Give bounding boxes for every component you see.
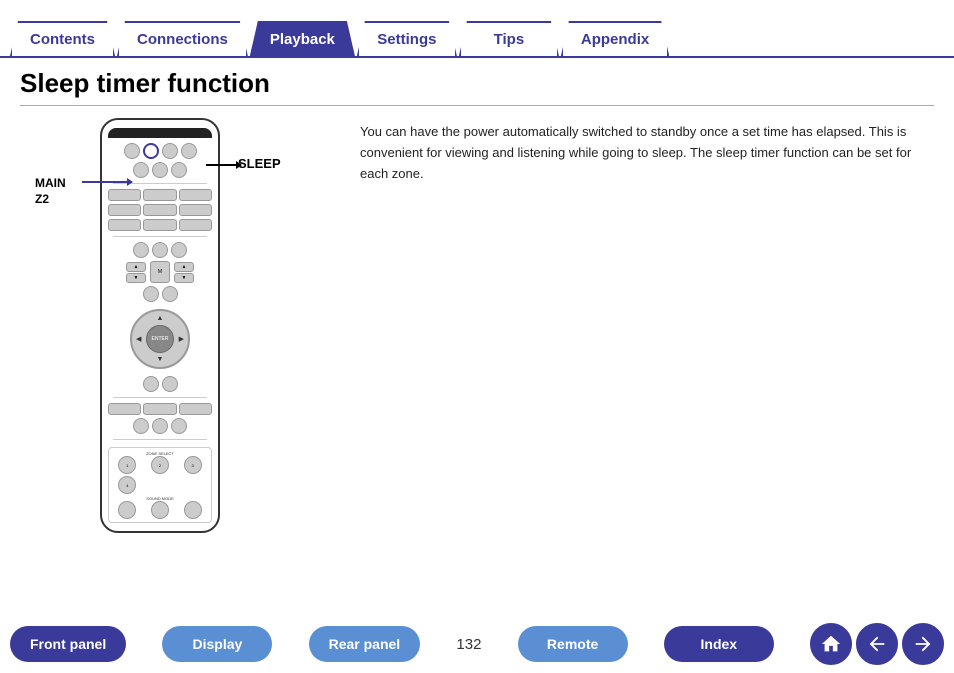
navigation-tabs: Contents Connections Playback Settings T… (0, 0, 954, 58)
index-button[interactable]: Index (664, 626, 774, 662)
nav-up: ▲ (157, 315, 164, 322)
nav-circle: ENTER ▲ ▼ ◀ ▶ (130, 309, 190, 369)
tab-tips[interactable]: Tips (459, 21, 559, 56)
vol-up: ▲ (126, 262, 146, 272)
bottom-nav-icons (810, 623, 944, 665)
zone-btn-3: 3 (184, 456, 202, 474)
zone-section: ZONE SELECT 1 2 3 4 SOUND MODE (108, 447, 212, 523)
remote-btn-5 (133, 162, 149, 178)
home-icon-button[interactable] (810, 623, 852, 665)
tab-appendix[interactable]: Appendix (561, 21, 669, 56)
mode-btn-1 (133, 242, 149, 258)
back-icon-button[interactable] (856, 623, 898, 665)
forward-icon-button[interactable] (902, 623, 944, 665)
back-setup-row (108, 376, 212, 392)
extra-btn-1 (143, 286, 159, 302)
mode-row (108, 242, 212, 258)
remote-top-buttons (108, 143, 212, 159)
input-select-row-1 (108, 189, 212, 201)
divider-3 (113, 397, 207, 398)
ch-btn-2 (143, 403, 176, 415)
bottom-bar: Front panel Display Rear panel 132 Remot… (0, 615, 954, 673)
label-main-z2: MAINZ2 (35, 176, 66, 207)
vol-down-2: ▼ (174, 273, 194, 283)
volume-row: ▲ ▼ M ▲ ▼ (126, 261, 194, 283)
ibtn-9 (179, 219, 212, 231)
sm-btn-2 (151, 501, 169, 519)
zone-btn-1: 1 (118, 456, 136, 474)
zone-btn-4: 4 (118, 476, 136, 494)
page-content: Sleep timer function MAINZ2 SLEEP (0, 58, 954, 533)
ibtn-6 (179, 204, 212, 216)
zone-btns-1: 1 2 3 4 (112, 456, 208, 494)
remote-top-bar (108, 128, 212, 138)
ibtn-4 (108, 204, 141, 216)
ch-btn-4 (133, 418, 149, 434)
nav-down: ▼ (157, 356, 164, 363)
tab-settings[interactable]: Settings (357, 21, 457, 56)
arrow-main-z2 (82, 181, 132, 183)
ch-row-1 (108, 403, 212, 415)
arrow-sleep (206, 164, 241, 166)
nav-right: ▶ (179, 335, 184, 343)
nav-enter-btn: ENTER (146, 325, 174, 353)
page-title: Sleep timer function (20, 68, 934, 99)
remote-btn-7 (171, 162, 187, 178)
description-text: You can have the power automatically swi… (360, 122, 934, 184)
mode-btn-2 (152, 242, 168, 258)
description-area: You can have the power automatically swi… (360, 118, 934, 533)
ibtn-7 (108, 219, 141, 231)
divider-4 (113, 439, 207, 440)
page-number: 132 (456, 636, 481, 653)
main-area: MAINZ2 SLEEP (20, 118, 934, 533)
sound-mode-btns (112, 501, 208, 519)
display-button[interactable]: Display (162, 626, 272, 662)
input-select-row-2 (108, 204, 212, 216)
tab-connections[interactable]: Connections (117, 21, 248, 56)
back-arrow-icon (866, 633, 888, 655)
ch-btn-6 (171, 418, 187, 434)
sm-btn-3 (184, 501, 202, 519)
ibtn-1 (108, 189, 141, 201)
input-select-row-3 (108, 219, 212, 231)
divider (20, 105, 934, 106)
setup-btn (162, 376, 178, 392)
ch-btn-3 (179, 403, 212, 415)
ch-row-2 (108, 418, 212, 434)
nav-left: ◀ (136, 335, 141, 343)
ibtn-2 (143, 189, 176, 201)
remote-btn-6 (152, 162, 168, 178)
volume-control: ▲ ▼ (126, 262, 146, 283)
volume-control-2: ▲ ▼ (174, 262, 194, 283)
remote-row-2 (108, 162, 212, 178)
label-sleep: SLEEP (238, 156, 281, 171)
divider-2 (113, 236, 207, 237)
ibtn-8 (143, 219, 176, 231)
remote-button[interactable]: Remote (518, 626, 628, 662)
remote-btn-3 (162, 143, 178, 159)
vol-down: ▼ (126, 273, 146, 283)
sm-btn-1 (118, 501, 136, 519)
rear-panel-button[interactable]: Rear panel (309, 626, 421, 662)
mode-btn-3 (171, 242, 187, 258)
remote-btn-4 (181, 143, 197, 159)
forward-arrow-icon (912, 633, 934, 655)
ibtn-3 (179, 189, 212, 201)
tab-contents[interactable]: Contents (10, 21, 115, 56)
remote-btn-2 (143, 143, 159, 159)
extra-row (108, 286, 212, 302)
home-icon (820, 633, 842, 655)
mute-btn: M (150, 261, 170, 283)
ibtn-5 (143, 204, 176, 216)
extra-btn-2 (162, 286, 178, 302)
vol-up-2: ▲ (174, 262, 194, 272)
ch-btn-5 (152, 418, 168, 434)
remote-btn-1 (124, 143, 140, 159)
front-panel-button[interactable]: Front panel (10, 626, 126, 662)
ch-btn-1 (108, 403, 141, 415)
back-btn (143, 376, 159, 392)
zone-btn-2: 2 (151, 456, 169, 474)
remote-illustration: MAINZ2 SLEEP (20, 118, 340, 533)
tab-playback[interactable]: Playback (250, 21, 355, 56)
